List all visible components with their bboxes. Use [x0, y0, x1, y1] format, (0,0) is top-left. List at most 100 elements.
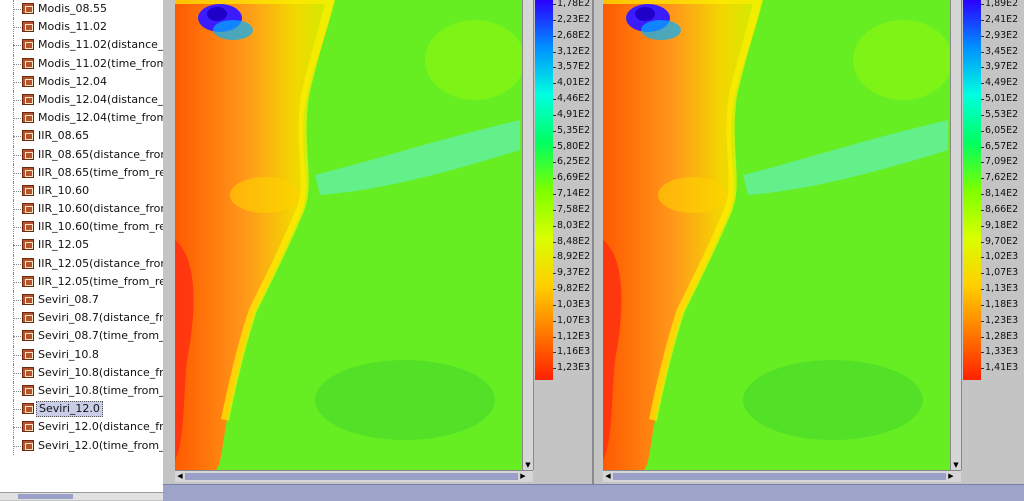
colorbar-tick-label: 6,57E2 [980, 140, 1019, 152]
tree-item[interactable]: IIR_08.65(time_from_ref) [0, 163, 163, 183]
tree-item-label: IIR_08.65(distance_from_re [38, 147, 163, 161]
colorbar-tick-label: 6,05E2 [980, 124, 1019, 136]
tree-item[interactable]: Seviri_10.8(distance_from_ [0, 363, 164, 383]
tree-item[interactable]: Seviri_12.0(time_from_ref) [0, 436, 164, 455]
colorbar-tick-label: 8,48E2 [552, 235, 591, 247]
tree-scrollbar-thumb[interactable] [18, 494, 73, 499]
map-raster-right[interactable] [603, 0, 950, 470]
tree-item[interactable]: IIR_12.05 [0, 236, 163, 255]
dataset-tree-list: Modis_08.55 Modis_11.02 Modis_11.02(distan… [0, 0, 164, 455]
dataset-grid-icon [22, 93, 34, 105]
colorbar-tick-label: 5,35E2 [552, 124, 591, 136]
tree-item[interactable]: Seviri_08.7 [0, 291, 163, 310]
dataset-grid-icon [22, 148, 34, 160]
tree-item[interactable]: IIR_12.05(distance_from_re [0, 254, 163, 274]
colorbar-tick-label: 8,14E2 [980, 188, 1019, 199]
dataset-grid-icon [22, 294, 34, 305]
scroll-right-arrow-icon[interactable]: ▶ [946, 471, 956, 482]
dataset-grid-icon [22, 384, 34, 396]
tree-item[interactable]: Seviri_08.7(distance_from_ [0, 309, 164, 328]
tree-item[interactable]: Modis_12.04(distance_fror [0, 90, 164, 110]
colorbar-left [535, 0, 553, 380]
scrollbar-thumb-right[interactable] [613, 473, 946, 480]
tree-item-label: Seviri_08.7(distance_from_ [38, 311, 164, 325]
tree-item[interactable]: Seviri_10.8(time_from_ref) [0, 381, 164, 401]
tree-item-label: Seviri_10.8(distance_from_ [38, 365, 164, 379]
colorbar-tick-label: 8,92E2 [552, 251, 591, 263]
panel-divider[interactable] [592, 0, 594, 484]
colorbar-tick-label: 7,14E2 [552, 188, 591, 199]
colorbar-tick-label: 4,49E2 [980, 77, 1019, 89]
tree-item[interactable]: Modis_12.04 [0, 72, 163, 92]
scroll-left-arrow-icon[interactable]: ◀ [603, 471, 613, 482]
colorbar-tick-label: 8,03E2 [552, 219, 591, 231]
map-horizontal-scrollbar-left[interactable]: ◀ ▶ [175, 470, 533, 482]
map-vertical-scrollbar-right[interactable]: ▼ [950, 0, 962, 470]
colorbar-tick-label: 1,03E3 [552, 298, 591, 310]
tree-item-label: Seviri_12.0(time_from_ref) [38, 438, 164, 452]
tree-item-label: IIR_12.05 [38, 238, 90, 252]
tree-item-label: IIR_10.60(time_from_ref) [38, 220, 164, 234]
tree-item[interactable]: Modis_11.02 [0, 18, 163, 37]
tree-item[interactable]: IIR_08.65(distance_from_re [0, 145, 163, 164]
tree-item[interactable]: Modis_11.02(time_from_re [0, 54, 163, 73]
map-viewer-area: ▼ 1,78E2 2,23E2 2,68E2 3,12E2 3,57E2 4,01E2 4,… [163, 0, 1024, 501]
colorbar-tick-label: 7,62E2 [980, 172, 1019, 184]
tree-item-label: Modis_12.04(distance_fror [38, 92, 164, 106]
tree-item[interactable]: Modis_12.04(time_from_re [0, 109, 163, 128]
map-vertical-scrollbar-left[interactable]: ▼ [522, 0, 534, 470]
map-image-left[interactable] [175, 0, 522, 470]
dataset-grid-icon [22, 221, 34, 233]
map-raster-left[interactable] [175, 0, 522, 470]
dataset-grid-icon [22, 275, 34, 287]
map-horizontal-scrollbar-right[interactable]: ◀ ▶ [603, 470, 961, 482]
scroll-right-arrow-icon[interactable]: ▶ [518, 471, 528, 482]
colorbar-tick-label: 2,41E2 [980, 13, 1019, 25]
tree-item[interactable]: Modis_08.55 [0, 0, 163, 19]
tree-item[interactable]: Seviri_12.0 [0, 400, 163, 419]
colorbar-tick-label: 2,23E2 [552, 13, 591, 25]
dataset-grid-icon [22, 203, 34, 215]
tree-item-label: Seviri_12.0 [36, 401, 103, 418]
tree-item-label: IIR_12.05(distance_from_re [38, 256, 163, 270]
colorbar-tick-label: 1,12E3 [552, 330, 591, 342]
colorbar-tick-label: 7,58E2 [552, 203, 591, 215]
tree-item[interactable]: IIR_10.60(distance_from_re [0, 200, 163, 219]
scroll-down-arrow-icon[interactable]: ▼ [523, 460, 533, 470]
colorbar-tick-label: 4,46E2 [552, 93, 591, 104]
colorbar-tick-label: 5,01E2 [980, 93, 1019, 104]
colorbar-tick-label: 1,28E3 [980, 330, 1019, 342]
tree-item[interactable]: IIR_12.05(time_from_ref) [0, 272, 164, 292]
dataset-grid-icon [22, 403, 34, 415]
tree-item-label: IIR_10.60 [38, 183, 90, 197]
scrollbar-thumb-left[interactable] [185, 473, 518, 480]
scroll-left-arrow-icon[interactable]: ◀ [175, 471, 185, 482]
colorbar-tick-label: 3,57E2 [552, 61, 591, 73]
tree-item-label: Seviri_08.7 [38, 293, 99, 306]
colorbar-tick-label: 1,23E3 [980, 314, 1019, 326]
tree-item[interactable]: IIR_10.60(time_from_ref) [0, 218, 164, 237]
dataset-grid-icon [22, 439, 34, 451]
tree-item[interactable]: IIR_08.65 [0, 127, 163, 146]
map-panel-right: ▼ 1,89E2 2,41E2 2,93E2 3,45E2 3,97E2 4,49E2 5,… [595, 0, 1019, 484]
tree-item[interactable]: Seviri_08.7(time_from_ref) [0, 327, 163, 346]
dataset-grid-icon [22, 57, 34, 69]
tree-item[interactable]: Seviri_10.8 [0, 345, 163, 364]
tree-item[interactable]: Seviri_12.0(distance_from_ [0, 418, 163, 437]
dataset-tree: Modis_08.55 Modis_11.02 Modis_11.02(distan… [0, 0, 164, 500]
tree-item-label: Seviri_10.8(time_from_ref) [38, 383, 164, 397]
tree-item-label: IIR_12.05(time_from_ref) [38, 274, 164, 288]
tree-item[interactable]: IIR_10.60 [0, 181, 163, 201]
colorbar-tick-label: 9,82E2 [552, 283, 591, 294]
scroll-down-arrow-icon[interactable]: ▼ [951, 460, 961, 470]
map-image-right[interactable] [603, 0, 950, 470]
dataset-grid-icon [22, 39, 34, 51]
colorbar-tick-label: 1,23E3 [552, 362, 591, 374]
tree-item[interactable]: Modis_11.02(distance_from [0, 36, 163, 55]
colorbar-tick-label: 9,37E2 [552, 267, 591, 279]
tree-horizontal-scrollbar[interactable] [0, 492, 163, 500]
colorbar-tick-label: 3,45E2 [980, 45, 1019, 57]
tree-item-label: IIR_08.65 [38, 129, 90, 143]
dataset-grid-icon [22, 421, 34, 433]
colorbar-tick-label: 2,68E2 [552, 29, 591, 41]
